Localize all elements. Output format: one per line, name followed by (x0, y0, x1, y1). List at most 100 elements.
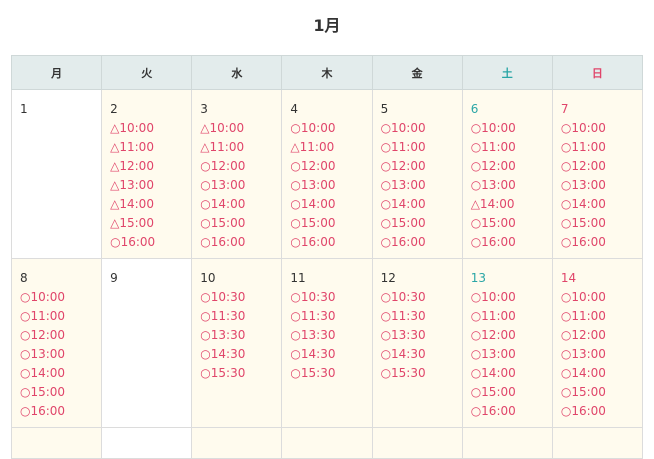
time-slot[interactable]: ○11:30 (290, 307, 363, 326)
time-slot[interactable]: ○15:00 (561, 383, 634, 402)
time-slot[interactable]: ○10:00 (561, 288, 634, 307)
time-slot[interactable]: ○10:00 (471, 119, 544, 138)
page-title: 1月 (313, 16, 341, 35)
weekday-header-row: 月 火 水 木 金 土 日 (10, 55, 644, 90)
time-slot[interactable]: ○16:00 (110, 233, 183, 252)
time-slot[interactable]: ○14:30 (381, 345, 454, 364)
time-slot[interactable]: ○15:30 (290, 364, 363, 383)
time-slot[interactable]: ○13:30 (381, 326, 454, 345)
time-slot[interactable]: ○15:30 (200, 364, 273, 383)
time-slot[interactable]: ○13:00 (290, 176, 363, 195)
time-slot[interactable]: ○10:00 (290, 119, 363, 138)
day-cell: 12 ○10:30 ○11:30 ○13:30 ○14:30 ○15:30 (371, 258, 463, 428)
time-slot[interactable]: ○13:00 (20, 345, 93, 364)
day-cell: 11 ○10:30 ○11:30 ○13:30 ○14:30 ○15:30 (281, 258, 373, 428)
time-slot[interactable]: ○16:00 (561, 402, 634, 421)
time-slot[interactable]: ○14:00 (20, 364, 93, 383)
day-number: 8 (20, 271, 28, 285)
time-slot[interactable]: ○13:00 (471, 176, 544, 195)
day-number: 2 (110, 102, 118, 116)
time-slot[interactable]: ○15:00 (20, 383, 93, 402)
day-cell: 5 ○10:00 ○11:00 ○12:00 ○13:00 ○14:00 ○15:00 ○16… (371, 89, 463, 259)
week-row-2: 8 ○10:00 ○11:00 ○12:00 ○13:00 ○14:00 ○15:00 ○16… (10, 258, 644, 428)
time-slot[interactable]: ○14:00 (290, 195, 363, 214)
time-slot[interactable]: ○10:00 (20, 288, 93, 307)
time-slot[interactable]: ○12:00 (561, 326, 634, 345)
time-slot[interactable]: ○13:00 (200, 176, 273, 195)
time-slot[interactable]: ○13:00 (561, 176, 634, 195)
time-slot[interactable]: △11:00 (200, 138, 273, 157)
time-slot[interactable]: ○11:30 (381, 307, 454, 326)
time-slot[interactable]: ○15:00 (561, 214, 634, 233)
week-row-3 (10, 427, 644, 459)
time-slot[interactable]: ○11:00 (561, 307, 634, 326)
time-slot[interactable]: ○12:00 (20, 326, 93, 345)
time-slot[interactable]: ○11:00 (471, 138, 544, 157)
time-slot[interactable]: △14:00 (471, 195, 544, 214)
time-slot[interactable]: ○11:00 (381, 138, 454, 157)
day-cell (281, 427, 373, 459)
day-number: 4 (290, 102, 299, 116)
time-slot[interactable]: ○11:00 (20, 307, 93, 326)
time-slot[interactable]: ○13:00 (561, 345, 634, 364)
time-slot[interactable]: ○14:30 (290, 345, 363, 364)
time-slot[interactable]: ○16:00 (290, 233, 363, 252)
time-slot[interactable]: ○16:00 (471, 233, 544, 252)
time-slot[interactable]: △10:00 (200, 119, 273, 138)
day-cell: 6 ○10:00 ○11:00 ○12:00 ○13:00 △14:00 ○15:00 ○16… (461, 89, 553, 259)
time-slot[interactable]: ○16:00 (381, 233, 454, 252)
time-slot[interactable]: ○12:00 (471, 157, 544, 176)
time-slot[interactable]: ○16:00 (561, 233, 634, 252)
time-slot[interactable]: △11:00 (290, 138, 363, 157)
time-slot[interactable]: ○13:00 (381, 176, 454, 195)
time-slot[interactable]: ○15:00 (471, 214, 544, 233)
time-slot[interactable]: ○11:00 (471, 307, 544, 326)
time-slot[interactable]: ○12:00 (561, 157, 634, 176)
time-slot[interactable]: ○10:30 (200, 288, 273, 307)
time-slot[interactable]: ○14:00 (471, 364, 544, 383)
time-slot[interactable]: ○10:30 (381, 288, 454, 307)
time-slot[interactable]: ○14:00 (200, 195, 273, 214)
day-cell: 3 △10:00 △11:00 ○12:00 ○13:00 ○14:00 ○15:00 ○16… (191, 89, 283, 259)
time-slot[interactable]: ○12:00 (200, 157, 273, 176)
time-slot[interactable]: ○12:00 (290, 157, 363, 176)
time-slot[interactable]: ○15:00 (290, 214, 363, 233)
time-slot[interactable]: ○14:00 (561, 195, 634, 214)
time-slot[interactable]: ○10:00 (381, 119, 454, 138)
time-slot[interactable]: ○16:00 (200, 233, 273, 252)
time-slot[interactable]: ○10:00 (561, 119, 634, 138)
time-slot[interactable]: △10:00 (110, 119, 183, 138)
time-slot[interactable]: ○11:00 (561, 138, 634, 157)
day-number: 3 (200, 102, 208, 116)
time-slot[interactable]: ○14:30 (200, 345, 273, 364)
time-slot[interactable]: ○15:00 (471, 383, 544, 402)
weekday-header-mon: 月 (10, 55, 103, 90)
time-slot[interactable]: ○16:00 (20, 402, 93, 421)
day-number: 12 (380, 271, 396, 285)
time-slot[interactable]: ○15:00 (381, 214, 454, 233)
time-slot[interactable]: △15:00 (110, 214, 183, 233)
time-slot[interactable]: ○14:00 (381, 195, 454, 214)
day-number: 14 (560, 271, 577, 285)
weekday-header-thu: 木 (281, 55, 373, 90)
time-slot[interactable]: ○14:00 (561, 364, 634, 383)
day-cell (551, 427, 644, 459)
time-slot[interactable]: ○12:00 (471, 326, 544, 345)
time-slot[interactable]: ○10:30 (290, 288, 363, 307)
time-slot[interactable]: ○11:30 (200, 307, 273, 326)
time-slot[interactable]: ○13:30 (200, 326, 273, 345)
day-cell: 4 ○10:00 △11:00 ○12:00 ○13:00 ○14:00 ○15:00 ○16… (281, 89, 373, 259)
day-number: 1 (20, 102, 28, 116)
time-slot[interactable]: ○10:00 (471, 288, 544, 307)
time-slot[interactable]: △12:00 (110, 157, 183, 176)
time-slot[interactable]: ○13:30 (290, 326, 363, 345)
time-slot[interactable]: ○13:00 (471, 345, 544, 364)
time-slot[interactable]: ○12:00 (381, 157, 454, 176)
time-slot[interactable]: ○15:30 (381, 364, 454, 383)
time-slot[interactable]: △11:00 (110, 138, 183, 157)
time-slot[interactable]: ○16:00 (471, 402, 544, 421)
weekday-header-wed: 水 (191, 55, 283, 90)
time-slot[interactable]: ○15:00 (200, 214, 273, 233)
time-slot[interactable]: △13:00 (110, 176, 183, 195)
time-slot[interactable]: △14:00 (110, 195, 183, 214)
